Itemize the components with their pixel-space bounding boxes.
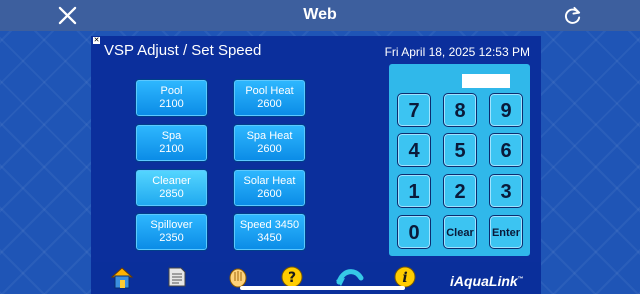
speed-label: Pool Heat [245, 85, 294, 97]
speed-value: 2850 [159, 188, 184, 200]
key-9[interactable]: 9 [489, 93, 523, 127]
enter-button[interactable]: Enter [489, 215, 523, 249]
page-title: VSP Adjust / Set Speed [104, 42, 262, 59]
key-7[interactable]: 7 [397, 93, 431, 127]
speed-value: 2600 [257, 188, 282, 200]
speed-value: 2350 [159, 232, 184, 244]
speed-value: 2100 [159, 143, 184, 155]
brand-trademark: ™ [517, 276, 524, 283]
speed-label: Pool [160, 85, 183, 97]
speed-button-spa[interactable]: Spa 2100 [135, 124, 208, 162]
home-icon[interactable] [109, 266, 135, 290]
key-3[interactable]: 3 [489, 174, 523, 208]
key-6[interactable]: 6 [489, 133, 523, 167]
key-8[interactable]: 8 [443, 93, 477, 127]
brand-logo: iAquaLink™ [450, 273, 524, 289]
speed-button-spillover[interactable]: Spillover 2350 [135, 213, 208, 251]
speed-label: Spillover [150, 219, 193, 231]
clear-button[interactable]: Clear [443, 215, 477, 249]
speed-value: 3450 [257, 232, 282, 244]
help-icon[interactable]: ? [281, 266, 303, 288]
speed-label: Speed 3450 [239, 219, 300, 231]
panel-close-icon[interactable]: ✕ [93, 37, 100, 44]
speed-button-cleaner[interactable]: Cleaner 2850 [135, 169, 208, 207]
key-5[interactable]: 5 [443, 133, 477, 167]
datetime-display: Fri April 18, 2025 12:53 PM [384, 45, 530, 59]
speed-value: 2100 [159, 98, 184, 110]
speed-button-pool[interactable]: Pool 2100 [135, 79, 208, 117]
speed-label: Cleaner [152, 175, 191, 187]
brand-name: iAquaLink [450, 273, 518, 289]
speed-label: Spa [161, 130, 182, 142]
key-1[interactable]: 1 [397, 174, 431, 208]
key-4[interactable]: 4 [397, 133, 431, 167]
document-icon[interactable] [167, 266, 187, 288]
key-2[interactable]: 2 [443, 174, 477, 208]
key-0[interactable]: 0 [397, 215, 431, 249]
speed-button-spa-heat[interactable]: Spa Heat 2600 [233, 124, 306, 162]
speed-label: Spa Heat [246, 130, 293, 142]
home-indicator[interactable] [240, 286, 405, 290]
info-icon[interactable]: i [394, 266, 416, 288]
reload-icon[interactable] [562, 5, 583, 26]
speed-value: 2600 [257, 98, 282, 110]
hand-icon[interactable] [228, 266, 248, 288]
keypad-display [462, 74, 510, 88]
browser-title: Web [303, 6, 337, 23]
back-arrow-icon[interactable] [335, 266, 365, 288]
speed-value: 2600 [257, 143, 282, 155]
browser-top-bar: Web [0, 0, 640, 31]
svg-text:i: i [402, 270, 407, 286]
speed-label: Solar Heat [243, 175, 296, 187]
svg-text:?: ? [288, 270, 296, 286]
speed-button-solar-heat[interactable]: Solar Heat 2600 [233, 169, 306, 207]
speed-button-pool-heat[interactable]: Pool Heat 2600 [233, 79, 306, 117]
speed-button-speed-3450[interactable]: Speed 3450 3450 [233, 213, 306, 251]
